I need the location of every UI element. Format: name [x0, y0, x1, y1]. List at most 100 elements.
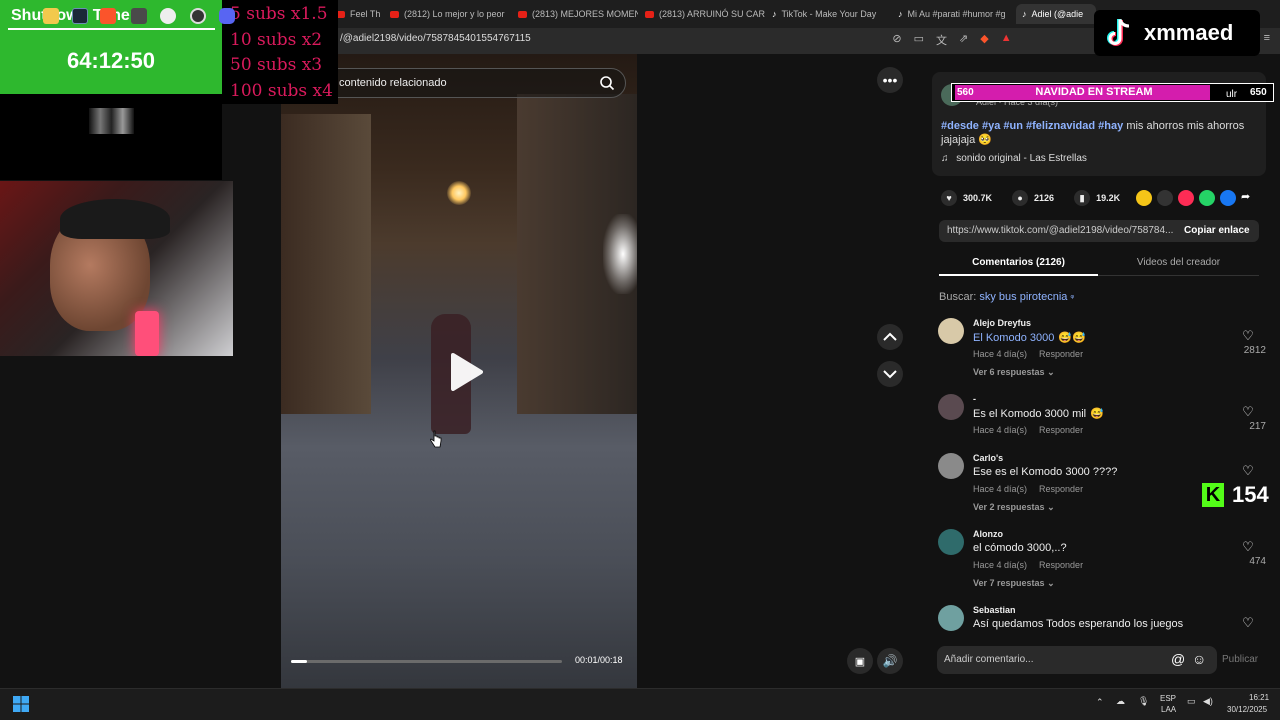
- cast-icon[interactable]: ▭: [914, 32, 924, 48]
- next-video-button[interactable]: [877, 361, 903, 387]
- bookmark-icon[interactable]: ▮: [1074, 190, 1091, 206]
- cloud-icon[interactable]: ☁: [1116, 696, 1125, 707]
- tab-item-6[interactable]: ♪ Mi Au #parati #humor #g: [898, 4, 1008, 24]
- hashtag-link[interactable]: #feliznavidad: [1026, 120, 1095, 132]
- mention-icon[interactable]: @: [1171, 651, 1185, 667]
- more-options-button[interactable]: •••: [877, 67, 903, 93]
- comment-count: 2126: [1034, 193, 1055, 203]
- commenter-avatar[interactable]: [938, 394, 964, 420]
- emoji-icon[interactable]: ☺: [1192, 651, 1206, 667]
- steam-icon[interactable]: [72, 8, 88, 24]
- commenter-name[interactable]: Alonzo: [973, 529, 1003, 539]
- file-explorer-icon[interactable]: [43, 8, 59, 24]
- view-replies-button[interactable]: Ver 2 respuestas ⌄: [973, 502, 1055, 513]
- video-progress-bar[interactable]: [291, 660, 562, 663]
- subs-line: 10 subs x2: [230, 30, 323, 50]
- tab-item-3[interactable]: (2813) MEJORES MOMENT: [518, 4, 638, 24]
- sound-link[interactable]: ♫ sonido original - Las Estrellas: [941, 153, 1087, 164]
- chevron-up-icon[interactable]: ⌃: [1096, 697, 1104, 708]
- calculator-icon[interactable]: [131, 8, 147, 24]
- search-suggestion[interactable]: Buscar: sky bus pirotecnia ᵠ: [939, 291, 1074, 303]
- tab-item-5[interactable]: ♪ TikTok - Make Your Day: [772, 4, 892, 24]
- commenter-avatar[interactable]: [938, 318, 964, 344]
- network-icon[interactable]: ▭: [1187, 696, 1196, 707]
- view-replies-button[interactable]: Ver 6 respuestas ⌄: [973, 367, 1055, 378]
- commenter-name[interactable]: Carlo's: [973, 453, 1003, 463]
- brave-shield-icon[interactable]: ◆: [980, 32, 988, 48]
- discord-icon[interactable]: [219, 8, 235, 24]
- reply-button[interactable]: Responder: [1039, 349, 1083, 359]
- hashtag-link[interactable]: #ya: [982, 120, 1000, 132]
- publish-button[interactable]: Publicar: [1222, 654, 1258, 665]
- embed-icon[interactable]: [1157, 190, 1173, 206]
- heart-icon[interactable]: ♡: [1236, 615, 1260, 631]
- share-row: ➦: [1136, 190, 1257, 206]
- commenter-avatar[interactable]: [938, 453, 964, 479]
- heart-icon[interactable]: ♡: [1236, 463, 1260, 479]
- language-top[interactable]: ESP: [1160, 694, 1176, 703]
- timer-value: 64:12:50: [66, 48, 156, 73]
- view-replies-button[interactable]: Ver 7 respuestas ⌄: [973, 578, 1055, 589]
- clock-time[interactable]: 16:21: [1249, 693, 1269, 702]
- reply-button[interactable]: Responder: [1039, 425, 1083, 435]
- search-prefix: Buscar:: [939, 291, 977, 303]
- tab-creator-videos[interactable]: Videos del creador: [1098, 250, 1259, 276]
- tiktok-icon: ♪: [1022, 9, 1027, 19]
- reader-off-icon[interactable]: ⊘: [892, 32, 901, 48]
- hashtag-link[interactable]: #desde: [941, 120, 979, 132]
- kick-logo-icon: K: [1202, 483, 1224, 507]
- comment-meta: Hace 4 día(s) Responder: [973, 425, 1083, 435]
- previous-video-button[interactable]: [877, 324, 903, 350]
- chevron-down-icon: [883, 370, 897, 379]
- commenter-avatar[interactable]: [938, 605, 964, 631]
- whatsapp-icon[interactable]: [1199, 190, 1215, 206]
- hashtag-link[interactable]: #hay: [1098, 120, 1123, 132]
- microphone-icon[interactable]: 🎙: [1138, 696, 1149, 707]
- url-text[interactable]: /@adiel2198/video/7587845401554767115: [340, 33, 531, 44]
- commenter-name[interactable]: Alejo Dreyfus: [973, 318, 1031, 328]
- heart-icon[interactable]: ♡: [1236, 404, 1260, 420]
- commenter-name[interactable]: Sebastian: [973, 605, 1016, 615]
- hashtag-link[interactable]: #un: [1003, 120, 1023, 132]
- heart-icon[interactable]: ♡: [1236, 539, 1260, 555]
- facebook-icon[interactable]: [1220, 190, 1236, 206]
- video-link[interactable]: https://www.tiktok.com/@adiel2198/video/…: [947, 225, 1174, 236]
- rewards-icon[interactable]: ▲: [1001, 32, 1012, 48]
- brave-browser-icon[interactable]: [100, 8, 116, 24]
- obs-icon[interactable]: [160, 8, 176, 24]
- commenter-avatar[interactable]: [938, 529, 964, 555]
- heart-icon[interactable]: ♡: [1236, 328, 1260, 344]
- send-icon[interactable]: [1178, 190, 1194, 206]
- commenter-name[interactable]: -: [973, 394, 976, 404]
- tab-comments[interactable]: Comentarios (2126): [939, 250, 1098, 276]
- comment-icon[interactable]: ●: [1012, 190, 1029, 206]
- copy-link-button[interactable]: Copiar enlace: [1184, 225, 1250, 236]
- comment-body: Es el Komodo 3000 mil: [973, 408, 1087, 420]
- tab-item-active[interactable]: ♪ Adiel (@adie: [1016, 4, 1096, 24]
- kick-count: 154: [1232, 482, 1269, 507]
- tab-label: (2813) ARRUINÓ SU CARR: [659, 9, 765, 19]
- translate-icon[interactable]: 文: [936, 32, 947, 48]
- comment-body: El Komodo 3000: [973, 332, 1055, 344]
- floating-player-button[interactable]: ▣: [847, 648, 873, 674]
- volume-button[interactable]: 🔊: [877, 648, 903, 674]
- share-icon[interactable]: ⇗: [959, 32, 968, 48]
- tab-item-1[interactable]: Feel Th: [336, 4, 380, 24]
- tab-item-2[interactable]: (2812) Lo mejor y lo peor: [390, 4, 510, 24]
- heart-icon[interactable]: ♥: [941, 190, 957, 206]
- reply-button[interactable]: Responder: [1039, 484, 1083, 494]
- windows-start-icon[interactable]: [13, 696, 29, 712]
- comment-placeholder[interactable]: Añadir comentario...: [944, 654, 1034, 665]
- clock-date[interactable]: 30/12/2025: [1227, 705, 1267, 714]
- menu-icon[interactable]: ≡: [1264, 32, 1270, 48]
- language-bottom[interactable]: LAA: [1161, 705, 1176, 714]
- play-icon[interactable]: [443, 350, 487, 394]
- coin-icon[interactable]: [1136, 190, 1152, 206]
- search-icon[interactable]: [599, 75, 615, 91]
- tab-item-4[interactable]: (2813) ARRUINÓ SU CARR: [645, 4, 765, 24]
- app-icon[interactable]: [190, 8, 206, 24]
- comment-like-count: 2812: [1243, 345, 1266, 356]
- volume-icon[interactable]: ◀): [1203, 696, 1213, 707]
- share-arrow-icon[interactable]: ➦: [1241, 190, 1257, 206]
- reply-button[interactable]: Responder: [1039, 560, 1083, 570]
